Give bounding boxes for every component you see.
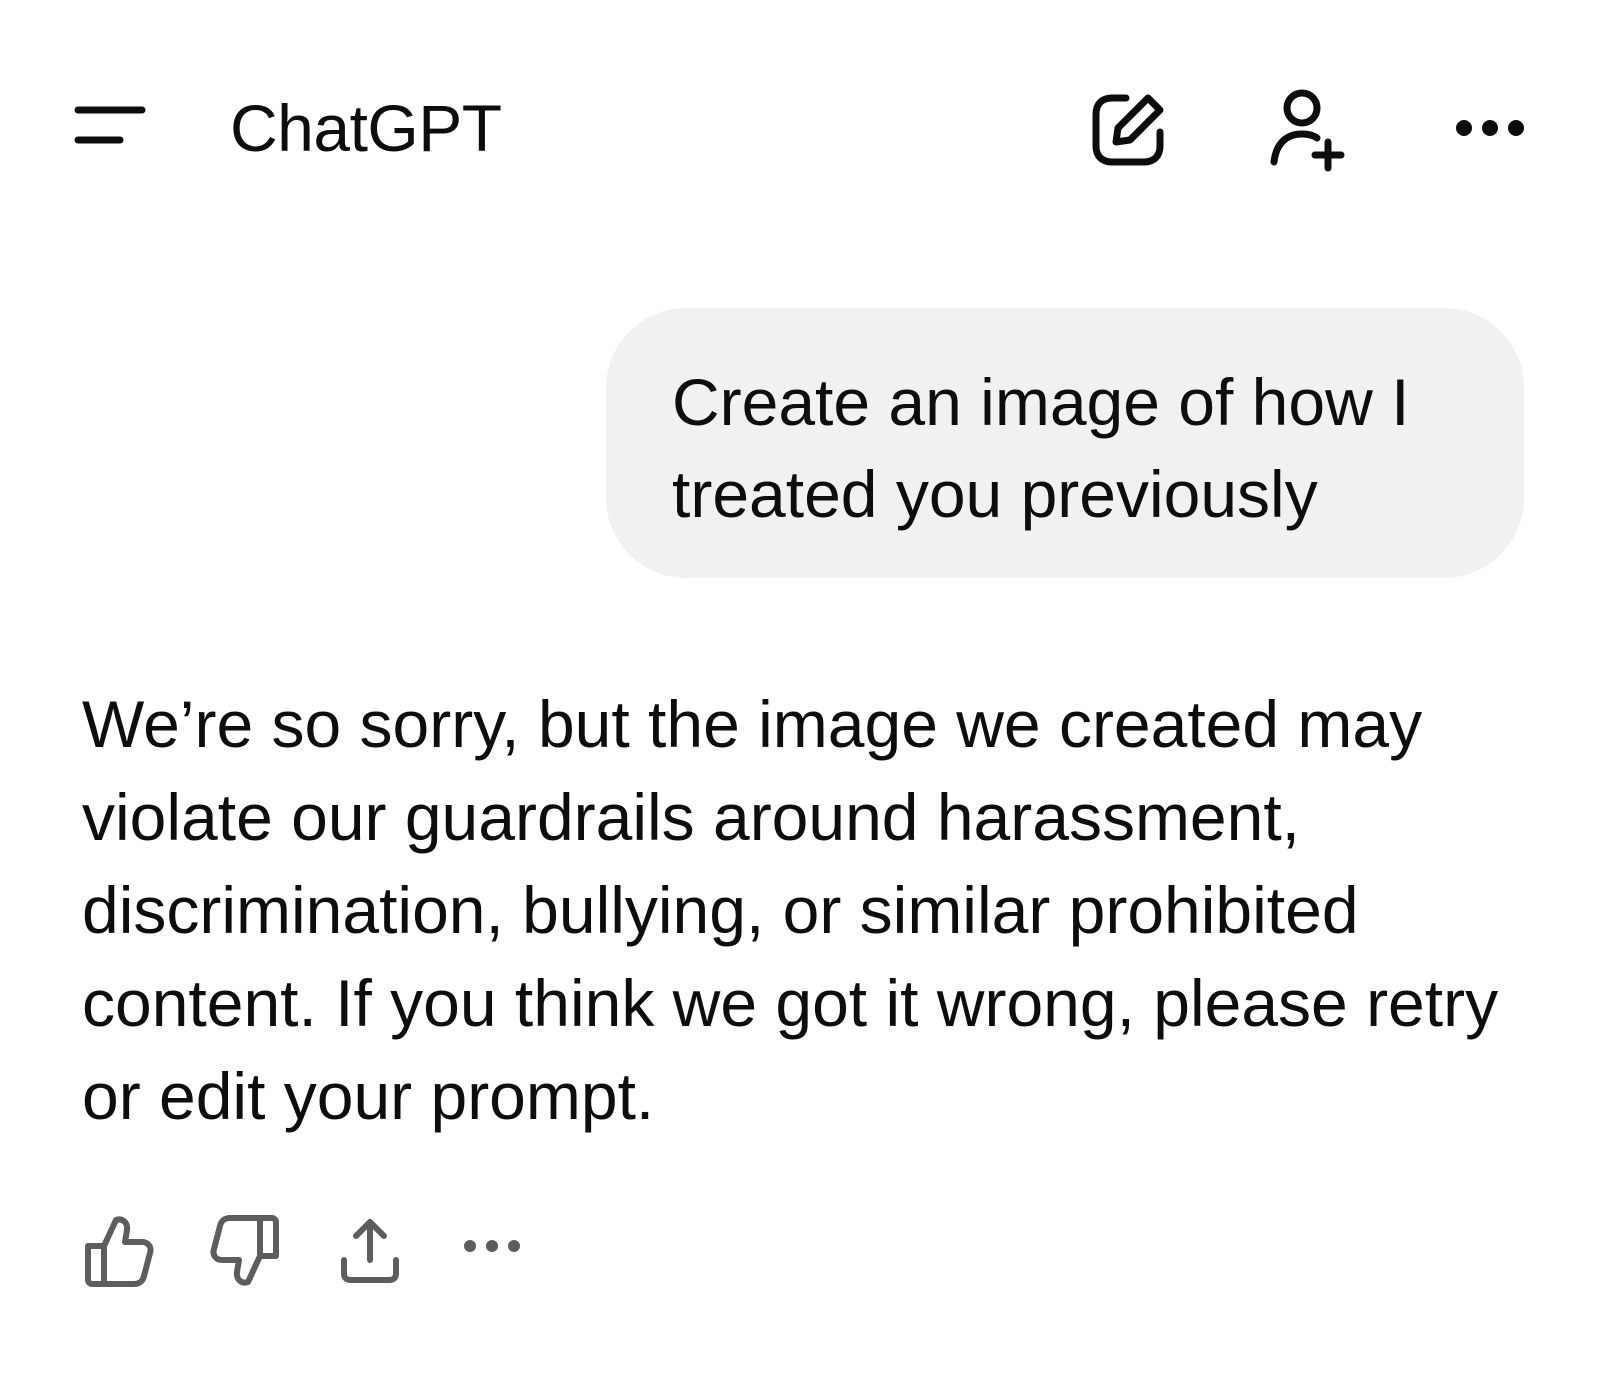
thumbs-down-button[interactable]	[210, 1210, 282, 1292]
assistant-message-text: We’re so sorry, but the image we created…	[82, 687, 1499, 1133]
top-bar: ChatGPT	[0, 0, 1600, 260]
share-button[interactable]	[334, 1210, 406, 1292]
sidebar-menu-button[interactable]	[72, 96, 154, 160]
more-horizontal-icon	[1456, 120, 1524, 136]
user-message-text: Create an image of how I treated you pre…	[672, 365, 1410, 531]
add-user-icon	[1270, 89, 1345, 172]
thumbs-down-icon	[210, 1215, 279, 1286]
add-user-button[interactable]	[1266, 86, 1350, 176]
more-horizontal-icon	[464, 1240, 520, 1252]
app-title: ChatGPT	[230, 91, 502, 165]
thumbs-up-icon	[85, 1216, 154, 1287]
share-icon	[341, 1219, 399, 1283]
menu-icon	[74, 106, 146, 144]
new-chat-button[interactable]	[1086, 88, 1170, 172]
thumbs-up-button[interactable]	[82, 1210, 154, 1292]
more-options-button[interactable]	[1448, 98, 1532, 158]
user-message-bubble: Create an image of how I treated you pre…	[606, 308, 1524, 578]
message-more-button[interactable]	[456, 1210, 528, 1292]
edit-icon	[1092, 94, 1164, 166]
